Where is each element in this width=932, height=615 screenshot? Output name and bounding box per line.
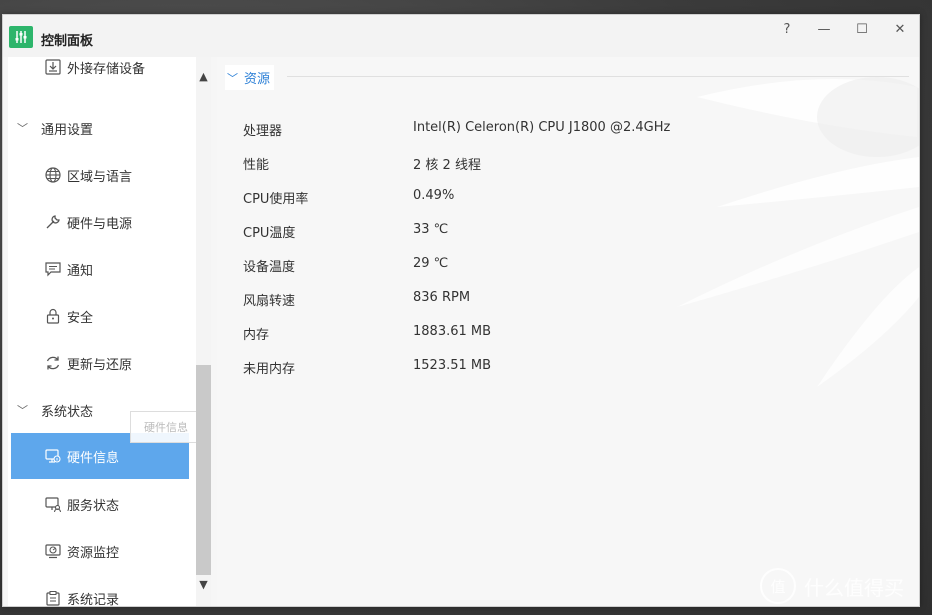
close-button[interactable]: ✕ [890,21,910,39]
system-log-icon [43,588,63,606]
site-watermark: 值 什么值得买 [760,568,904,604]
wrench-icon [43,212,63,232]
sidebar-item-service-status[interactable]: 服务状态 [11,481,189,527]
watermark-text: 什么值得买 [804,575,904,600]
info-value: 33 ℃ [413,222,449,237]
sidebar-item-notifications[interactable]: 通知 [11,246,189,292]
title-bar: 控制面板 ? — ☐ ✕ [3,15,919,57]
watermark-logo: 值 [760,568,796,604]
sidebar-item-label: 硬件与电源 [67,216,133,232]
sidebar-item-label: 硬件信息 [67,450,120,466]
group-label: 系统状态 [41,404,94,420]
sidebar-item-security[interactable]: 安全 [11,293,189,339]
group-label: 通用设置 [41,122,94,138]
section-title: 资源 [244,72,271,87]
sidebar-item-label: 通知 [67,263,94,279]
sidebar: 外接存储设备 ﹀ 通用设置 区域与语言 硬件与电源 通知 安全 更新与还原 ﹀ … [8,57,211,606]
info-value: 1523.51 MB [413,358,492,373]
info-value: 1883.61 MB [413,324,492,339]
message-icon [43,259,63,279]
info-label: 性能 [243,158,270,173]
sidebar-item-resource-monitor[interactable]: 资源监控 [11,528,189,574]
info-label: 未用内存 [243,362,296,377]
help-button[interactable]: ? [777,21,797,39]
sidebar-item-label: 安全 [67,310,94,326]
minimize-button[interactable]: — [814,21,834,39]
chevron-down-icon: ﹀ [17,122,28,135]
info-label: CPU使用率 [243,192,309,207]
chevron-down-icon: ﹀ [17,404,28,417]
sidebar-item-label: 资源监控 [67,545,120,561]
maximize-button[interactable]: ☐ [852,21,872,39]
hardware-info-icon [43,446,63,466]
control-panel-icon [9,26,33,48]
resource-monitor-icon [43,541,63,561]
section-divider [287,76,909,77]
sidebar-item-update-restore[interactable]: 更新与还原 [11,340,189,386]
info-label: 内存 [243,328,270,343]
info-label: 处理器 [243,124,283,139]
refresh-icon [43,353,63,373]
hover-tooltip: 硬件信息 [130,411,202,443]
scroll-down-icon[interactable]: ▼ [196,575,211,595]
info-value: 2 核 2 线程 [413,158,481,173]
globe-icon [43,165,63,185]
external-storage-icon [43,57,63,77]
scrollbar-thumb[interactable] [196,365,211,575]
sidebar-item-external-storage[interactable]: 外接存储设备 [11,57,189,90]
control-panel-window: 控制面板 ? — ☐ ✕ 外接存储设备 ﹀ 通用设置 区域与语言 硬件与电源 通… [2,14,920,607]
info-value: 0.49% [413,188,455,203]
sidebar-item-label: 服务状态 [67,498,120,514]
scroll-up-icon[interactable]: ▲ [196,67,211,87]
window-title: 控制面板 [41,34,94,49]
info-value: Intel(R) Celeron(R) CPU J1800 @2.4GHz [413,120,671,135]
sidebar-item-label: 区域与语言 [67,169,133,185]
info-value: 836 RPM [413,290,471,305]
sidebar-item-hardware-power[interactable]: 硬件与电源 [11,199,189,245]
sidebar-item-label: 更新与还原 [67,357,133,373]
sidebar-item-label: 外接存储设备 [67,61,146,77]
lock-icon [43,306,63,326]
info-label: 设备温度 [243,260,296,275]
service-status-icon [43,494,63,514]
sidebar-item-system-log[interactable]: 系统记录 [11,575,189,606]
sidebar-item-label: 系统记录 [67,592,120,607]
group-general-settings[interactable]: ﹀ 通用设置 [11,113,191,143]
main-content: ﹀ 资源 处理器 Intel(R) Celeron(R) CPU J1800 @… [217,57,919,606]
chevron-down-icon: ﹀ [227,71,238,85]
info-label: CPU温度 [243,226,296,241]
info-value: 29 ℃ [413,256,449,271]
section-header-resources[interactable]: ﹀ 资源 [225,65,275,90]
sidebar-item-region-language[interactable]: 区域与语言 [11,152,189,198]
info-label: 风扇转速 [243,294,296,309]
